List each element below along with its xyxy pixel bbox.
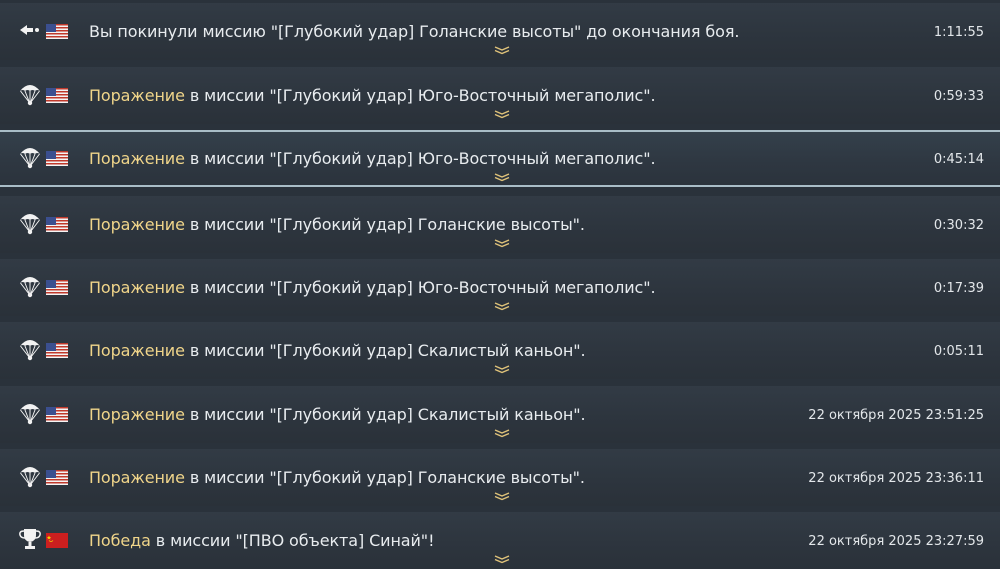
log-entry-0[interactable]: Вы покинули миссию "[Глубокий удар] Гола… [0,3,1000,60]
log-entry-text: в миссии "[Глубокий удар] Юго-Восточный … [184,278,656,297]
log-entry-status: Победа [89,531,151,550]
log-entry-message: Поражение в миссии "[Глубокий удар] Гола… [89,215,585,234]
usa-flag-icon [46,470,68,485]
log-entry-status: Поражение [89,278,185,297]
usa-flag-icon [46,151,68,166]
log-entry-time: 22 октября 2025 23:36:11 [808,471,984,486]
log-entry-time: 1:11:55 [933,25,984,40]
chevron-down-icon[interactable] [494,301,510,311]
log-entry-message: Победа в миссии "[ПВО объекта] Синай"! [89,531,434,550]
chevron-down-icon[interactable] [494,554,510,564]
usa-flag-icon [46,88,68,103]
parachute-icon [20,214,40,235]
log-entry-text: в миссии "[Глубокий удар] Голанские высо… [184,468,585,487]
log-entry-text: в миссии "[Глубокий удар] Скалистый кань… [184,405,586,424]
usa-flag-icon [46,280,68,295]
chevron-down-icon[interactable] [494,45,510,55]
parachute-icon [20,277,40,298]
log-entry-time: 22 октября 2025 23:51:25 [808,408,984,423]
usa-flag-icon [46,343,68,358]
log-entry-6[interactable]: Поражение в миссии "[Глубокий удар] Скал… [0,386,1000,443]
log-entry-message: Поражение в миссии "[Глубокий удар] Гола… [89,468,585,487]
chevron-down-icon[interactable] [494,428,510,438]
log-entry-time: 0:59:33 [933,89,984,104]
log-entry-status: Поражение [89,405,185,424]
log-entry-status: Поражение [89,215,185,234]
chevron-down-icon[interactable] [494,172,510,182]
ussr-flag-icon [46,533,68,548]
log-entry-message: Вы покинули миссию "[Глубокий удар] Гола… [89,22,739,41]
log-entry-3[interactable]: Поражение в миссии "[Глубокий удар] Гола… [0,196,1000,253]
chevron-down-icon[interactable] [494,109,510,119]
usa-flag-icon [46,217,68,232]
log-entry-7[interactable]: Поражение в миссии "[Глубокий удар] Гола… [0,449,1000,506]
log-entry-message: Поражение в миссии "[Глубокий удар] Юго-… [89,278,656,297]
trophy-icon [19,529,41,549]
log-entry-message: Поражение в миссии "[Глубокий удар] Юго-… [89,86,656,105]
log-entry-text: в миссии "[Глубокий удар] Юго-Восточный … [184,86,656,105]
log-entry-1[interactable]: Поражение в миссии "[Глубокий удар] Юго-… [0,67,1000,124]
log-entry-4[interactable]: Поражение в миссии "[Глубокий удар] Юго-… [0,259,1000,316]
log-entry-time: 22 октября 2025 23:27:59 [808,534,984,549]
log-entry-status: Поражение [89,86,185,105]
log-entry-text: в миссии "[Глубокий удар] Юго-Восточный … [184,149,656,168]
chevron-down-icon[interactable] [494,238,510,248]
parachute-icon [20,85,40,106]
usa-flag-icon [46,24,68,39]
battle-log-list: Вы покинули миссию "[Глубокий удар] Гола… [0,0,1000,569]
parachute-icon [20,404,40,425]
log-entry-time: 0:17:39 [933,281,984,296]
log-entry-status: Поражение [89,149,185,168]
log-entry-message: Поражение в миссии "[Глубокий удар] Юго-… [89,149,656,168]
chevron-down-icon[interactable] [494,491,510,501]
log-entry-message: Поражение в миссии "[Глубокий удар] Скал… [89,341,586,360]
log-entry-2[interactable]: Поражение в миссии "[Глубокий удар] Юго-… [0,130,1000,187]
log-entry-text: в миссии "[Глубокий удар] Голанские высо… [184,215,585,234]
parachute-icon [20,148,40,169]
log-entry-text: в миссии "[Глубокий удар] Скалистый кань… [184,341,586,360]
log-entry-time: 0:05:11 [933,344,984,359]
log-entry-5[interactable]: Поражение в миссии "[Глубокий удар] Скал… [0,322,1000,379]
log-entry-text: в миссии "[ПВО объекта] Синай"! [150,531,435,550]
parachute-icon [20,340,40,361]
log-entry-text: Вы покинули миссию "[Глубокий удар] Гола… [89,22,740,41]
log-entry-message: Поражение в миссии "[Глубокий удар] Скал… [89,405,586,424]
log-entry-time: 0:30:32 [933,218,984,233]
log-entry-status: Поражение [89,468,185,487]
log-entry-time: 0:45:14 [933,152,984,167]
log-entry-status: Поражение [89,341,185,360]
log-entry-8[interactable]: Победа в миссии "[ПВО объекта] Синай"! 2… [0,512,1000,569]
parachute-icon [20,467,40,488]
usa-flag-icon [46,407,68,422]
leave-arrow-icon [20,25,39,35]
chevron-down-icon[interactable] [494,364,510,374]
